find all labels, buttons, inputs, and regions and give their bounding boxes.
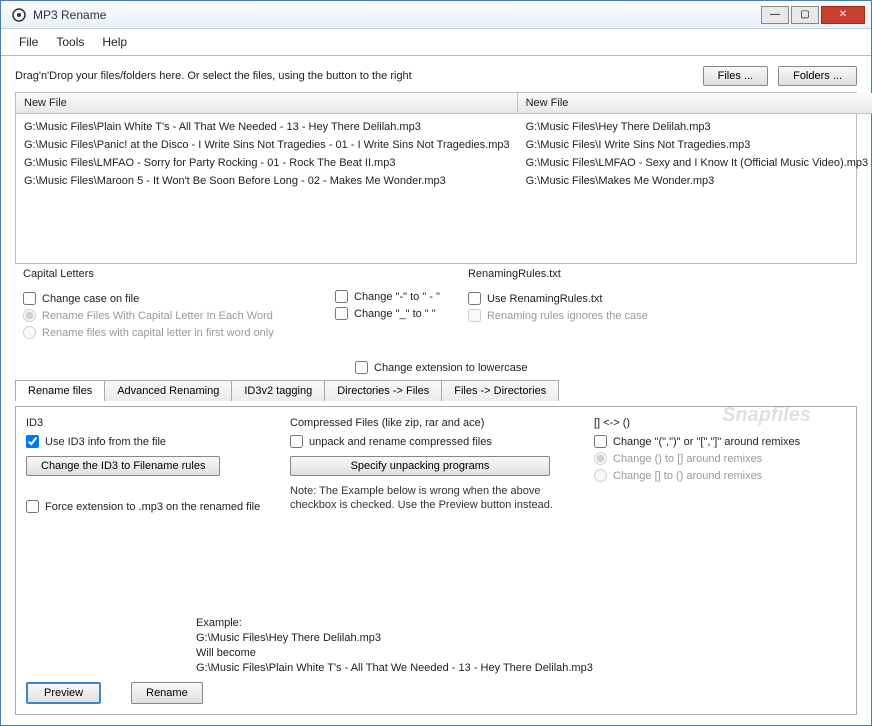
files-button[interactable]: Files ... [703, 66, 768, 86]
tab-advanced-renaming[interactable]: Advanced Renaming [104, 380, 232, 401]
rename-button[interactable]: Rename [131, 682, 203, 704]
use-id3-checkbox[interactable]: Use ID3 info from the file [26, 435, 266, 448]
use-id3-input[interactable] [26, 435, 39, 448]
example-block: Example: G:\Music Files\Hey There Delila… [196, 616, 846, 676]
use-renaming-rules-input[interactable] [468, 292, 481, 305]
example-become: Will become [196, 646, 846, 661]
change-brackets-checkbox[interactable]: Change "(",")" or "[","]" around remixes [594, 435, 846, 448]
capital-each-word-radio: Rename Files With Capital Letter In Each… [23, 309, 307, 322]
force-mp3-ext-checkbox[interactable]: Force extension to .mp3 on the renamed f… [26, 500, 266, 513]
paren-to-bracket-input [594, 452, 607, 465]
tab-files-to-dirs[interactable]: Files -> Directories [441, 380, 559, 401]
window-controls: — ▢ ✕ [761, 6, 865, 24]
renaming-rules-group: RenamingRules.txt Use RenamingRules.txt … [460, 276, 720, 351]
column-header-right[interactable]: New File [518, 93, 872, 114]
change-case-checkbox[interactable]: Change case on file [23, 292, 307, 305]
tab-content-row: ID3 Use ID3 info from the file Change th… [26, 417, 846, 517]
paren-to-bracket-radio: Change () to [] around remixes [594, 452, 846, 465]
drop-hint: Drag'n'Drop your files/folders here. Or … [15, 70, 693, 82]
change-chars-group: Change "-" to " - " Change "_" to " " [335, 276, 440, 351]
change-dash-input[interactable] [335, 290, 348, 303]
compressed-group: Compressed Files (like zip, rar and ace)… [290, 417, 570, 517]
use-renaming-rules-checkbox[interactable]: Use RenamingRules.txt [468, 292, 712, 305]
app-title: MP3 Rename [33, 8, 761, 22]
file-list-left[interactable]: G:\Music Files\Plain White T's - All Tha… [16, 114, 518, 194]
menubar: File Tools Help [1, 29, 871, 56]
toolbar-row: Drag'n'Drop your files/folders here. Or … [15, 66, 857, 86]
tab-dirs-to-files[interactable]: Directories -> Files [324, 380, 442, 401]
capital-letters-group: Capital Letters Change case on file Rena… [15, 276, 315, 351]
force-mp3-ext-input[interactable] [26, 500, 39, 513]
tab-rename-files[interactable]: Rename files [15, 380, 105, 401]
compressed-title: Compressed Files (like zip, rar and ace) [290, 417, 570, 429]
file-row[interactable]: G:\Music Files\Makes Me Wonder.mp3 [526, 172, 869, 190]
folders-button[interactable]: Folders ... [778, 66, 857, 86]
change-ext-lowercase-checkbox[interactable]: Change extension to lowercase [355, 361, 857, 374]
file-row[interactable]: G:\Music Files\Maroon 5 - It Won't Be So… [24, 172, 510, 190]
file-row[interactable]: G:\Music Files\Plain White T's - All Tha… [24, 118, 510, 136]
bracket-to-paren-input [594, 469, 607, 482]
preview-button[interactable]: Preview [26, 682, 101, 704]
maximize-button[interactable]: ▢ [791, 6, 819, 24]
bracket-to-paren-radio: Change [] to () around remixes [594, 469, 846, 482]
capital-first-word-radio: Rename files with capital letter in firs… [23, 326, 307, 339]
renaming-rules-title: RenamingRules.txt [464, 268, 565, 280]
example-label: Example: [196, 616, 846, 631]
menu-help[interactable]: Help [102, 35, 127, 49]
minimize-button[interactable]: — [761, 6, 789, 24]
remix-title: [] <-> () [594, 417, 846, 429]
id3-title: ID3 [26, 417, 266, 429]
file-row[interactable]: G:\Music Files\Panic! at the Disco - I W… [24, 136, 510, 154]
unpack-checkbox[interactable]: unpack and rename compressed files [290, 435, 570, 448]
menu-file[interactable]: File [19, 35, 38, 49]
renaming-ignore-case-checkbox: Renaming rules ignores the case [468, 309, 712, 322]
file-row[interactable]: G:\Music Files\I Write Sins Not Tragedie… [526, 136, 869, 154]
remix-group: [] <-> () Change "(",")" or "[","]" arou… [594, 417, 846, 517]
change-case-input[interactable] [23, 292, 36, 305]
compressed-note: Note: The Example below is wrong when th… [290, 484, 570, 512]
capital-letters-title: Capital Letters [19, 268, 98, 280]
file-row[interactable]: G:\Music Files\LMFAO - Sexy and I Know I… [526, 154, 869, 172]
options-row: Capital Letters Change case on file Rena… [15, 276, 857, 351]
file-list-panel: New File G:\Music Files\Plain White T's … [15, 92, 857, 264]
file-row[interactable]: G:\Music Files\Hey There Delilah.mp3 [526, 118, 869, 136]
change-ext-lowercase-input[interactable] [355, 361, 368, 374]
tabs: Rename files Advanced Renaming ID3v2 tag… [15, 380, 857, 401]
file-column-left: New File G:\Music Files\Plain White T's … [16, 93, 518, 263]
column-header-left[interactable]: New File [16, 93, 518, 114]
change-id3-rules-button[interactable]: Change the ID3 to Filename rules [26, 456, 220, 476]
app-icon [11, 7, 27, 23]
titlebar: MP3 Rename — ▢ ✕ [1, 1, 871, 29]
file-row[interactable]: G:\Music Files\LMFAO - Sorry for Party R… [24, 154, 510, 172]
action-buttons: Preview Rename [26, 682, 846, 704]
specify-unpacking-button[interactable]: Specify unpacking programs [290, 456, 550, 476]
menu-tools[interactable]: Tools [56, 35, 84, 49]
example-before: G:\Music Files\Hey There Delilah.mp3 [196, 631, 846, 646]
content-area: Snapfiles Drag'n'Drop your files/folders… [1, 56, 871, 725]
unpack-input[interactable] [290, 435, 303, 448]
capital-first-word-input [23, 326, 36, 339]
change-underscore-input[interactable] [335, 307, 348, 320]
change-brackets-input[interactable] [594, 435, 607, 448]
change-underscore-checkbox[interactable]: Change "_" to " " [335, 307, 440, 320]
close-button[interactable]: ✕ [821, 6, 865, 24]
renaming-ignore-case-input [468, 309, 481, 322]
change-dash-checkbox[interactable]: Change "-" to " - " [335, 290, 440, 303]
id3-group: ID3 Use ID3 info from the file Change th… [26, 417, 266, 517]
capital-each-word-input [23, 309, 36, 322]
example-after: G:\Music Files\Plain White T's - All Tha… [196, 661, 846, 676]
tab-panel-rename-files: ID3 Use ID3 info from the file Change th… [15, 406, 857, 715]
file-list-right[interactable]: G:\Music Files\Hey There Delilah.mp3 G:\… [518, 114, 872, 194]
file-column-right: New File G:\Music Files\Hey There Delila… [518, 93, 872, 263]
tab-id3v2-tagging[interactable]: ID3v2 tagging [231, 380, 325, 401]
app-window: MP3 Rename — ▢ ✕ File Tools Help Snapfil… [0, 0, 872, 726]
